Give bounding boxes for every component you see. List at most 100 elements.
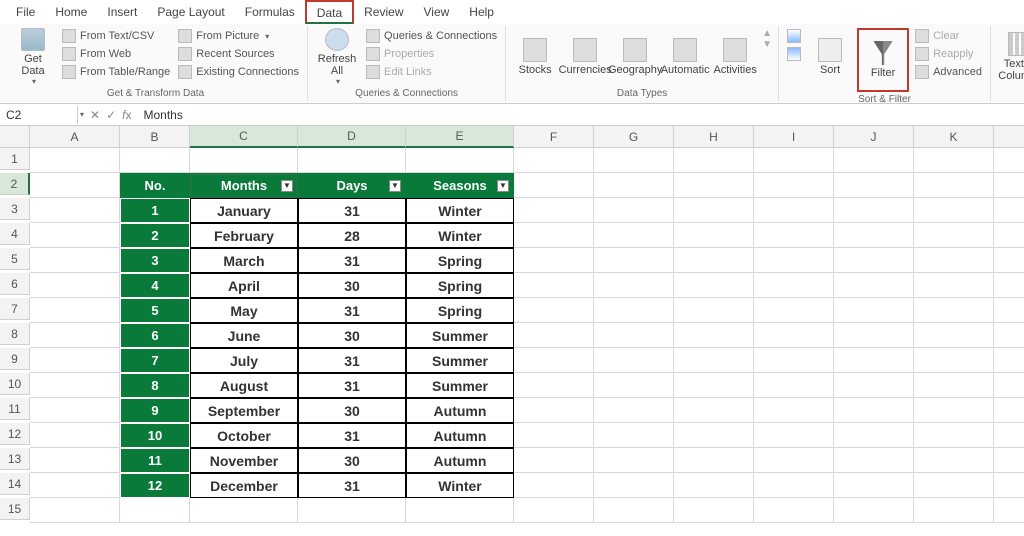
cell-K1[interactable] bbox=[914, 148, 994, 173]
cell-D1[interactable] bbox=[298, 148, 406, 173]
cell-D10[interactable]: 31 bbox=[298, 373, 406, 398]
cell-I14[interactable] bbox=[754, 473, 834, 498]
column-header-D[interactable]: D bbox=[298, 126, 406, 148]
properties-button[interactable]: Properties bbox=[364, 46, 499, 62]
cell-F14[interactable] bbox=[514, 473, 594, 498]
row-header-7[interactable]: 7 bbox=[0, 298, 30, 320]
cell-H4[interactable] bbox=[674, 223, 754, 248]
row-header-8[interactable]: 8 bbox=[0, 323, 30, 345]
cell-A6[interactable] bbox=[30, 273, 120, 298]
cell-D12[interactable]: 31 bbox=[298, 423, 406, 448]
cell-E9[interactable]: Summer bbox=[406, 348, 514, 373]
cell-A12[interactable] bbox=[30, 423, 120, 448]
cell-F2[interactable] bbox=[514, 173, 594, 198]
datatypes-scroll[interactable]: ▲▼ bbox=[762, 28, 772, 50]
cell-B7[interactable]: 5 bbox=[120, 298, 190, 323]
cell-K9[interactable] bbox=[914, 348, 994, 373]
cell-J2[interactable] bbox=[834, 173, 914, 198]
tab-file[interactable]: File bbox=[6, 1, 45, 23]
reapply-filter-button[interactable]: Reapply bbox=[913, 46, 984, 62]
cell-K8[interactable] bbox=[914, 323, 994, 348]
cell-I12[interactable] bbox=[754, 423, 834, 448]
cell-J4[interactable] bbox=[834, 223, 914, 248]
cell-E2[interactable]: Seasons▼ bbox=[406, 173, 514, 198]
text-to-columns-button[interactable]: Text to Columns bbox=[997, 28, 1024, 86]
cell-F15[interactable] bbox=[514, 498, 594, 523]
cell-H15[interactable] bbox=[674, 498, 754, 523]
cell-C5[interactable]: March bbox=[190, 248, 298, 273]
cell-L11[interactable] bbox=[994, 398, 1024, 423]
cell-C2[interactable]: Months▼ bbox=[190, 173, 298, 198]
cell-I4[interactable] bbox=[754, 223, 834, 248]
cell-D11[interactable]: 30 bbox=[298, 398, 406, 423]
cell-G9[interactable] bbox=[594, 348, 674, 373]
cancel-icon[interactable]: ✕ bbox=[90, 108, 100, 122]
from-table-range-button[interactable]: From Table/Range bbox=[60, 64, 172, 80]
queries-connections-button[interactable]: Queries & Connections bbox=[364, 28, 499, 44]
cell-A5[interactable] bbox=[30, 248, 120, 273]
cell-F8[interactable] bbox=[514, 323, 594, 348]
cell-C3[interactable]: January bbox=[190, 198, 298, 223]
cell-B14[interactable]: 12 bbox=[120, 473, 190, 498]
column-header-L[interactable]: L bbox=[994, 126, 1024, 148]
cell-L12[interactable] bbox=[994, 423, 1024, 448]
tab-insert[interactable]: Insert bbox=[97, 1, 147, 23]
column-header-H[interactable]: H bbox=[674, 126, 754, 148]
cell-E4[interactable]: Winter bbox=[406, 223, 514, 248]
tab-pagelayout[interactable]: Page Layout bbox=[147, 1, 234, 23]
cell-C8[interactable]: June bbox=[190, 323, 298, 348]
clear-filter-button[interactable]: Clear bbox=[913, 28, 984, 44]
cell-I9[interactable] bbox=[754, 348, 834, 373]
cell-B15[interactable] bbox=[120, 498, 190, 523]
cell-G8[interactable] bbox=[594, 323, 674, 348]
cell-D2[interactable]: Days▼ bbox=[298, 173, 406, 198]
column-header-G[interactable]: G bbox=[594, 126, 674, 148]
cell-B12[interactable]: 10 bbox=[120, 423, 190, 448]
existing-connections-button[interactable]: Existing Connections bbox=[176, 64, 301, 80]
cell-A3[interactable] bbox=[30, 198, 120, 223]
cell-G1[interactable] bbox=[594, 148, 674, 173]
cell-G13[interactable] bbox=[594, 448, 674, 473]
cell-K5[interactable] bbox=[914, 248, 994, 273]
cell-I8[interactable] bbox=[754, 323, 834, 348]
cell-D6[interactable]: 30 bbox=[298, 273, 406, 298]
cell-C9[interactable]: July bbox=[190, 348, 298, 373]
tab-review[interactable]: Review bbox=[354, 1, 413, 23]
cell-K4[interactable] bbox=[914, 223, 994, 248]
cell-I2[interactable] bbox=[754, 173, 834, 198]
from-web-button[interactable]: From Web bbox=[60, 46, 172, 62]
cell-J12[interactable] bbox=[834, 423, 914, 448]
row-header-9[interactable]: 9 bbox=[0, 348, 30, 370]
cell-C11[interactable]: September bbox=[190, 398, 298, 423]
cell-L8[interactable] bbox=[994, 323, 1024, 348]
cell-G3[interactable] bbox=[594, 198, 674, 223]
row-header-15[interactable]: 15 bbox=[0, 498, 30, 520]
cell-J8[interactable] bbox=[834, 323, 914, 348]
cell-A9[interactable] bbox=[30, 348, 120, 373]
row-header-14[interactable]: 14 bbox=[0, 473, 30, 495]
cell-I15[interactable] bbox=[754, 498, 834, 523]
cell-H3[interactable] bbox=[674, 198, 754, 223]
cell-L4[interactable] bbox=[994, 223, 1024, 248]
cell-H9[interactable] bbox=[674, 348, 754, 373]
cell-J14[interactable] bbox=[834, 473, 914, 498]
cell-H10[interactable] bbox=[674, 373, 754, 398]
cell-G12[interactable] bbox=[594, 423, 674, 448]
filter-button[interactable]: Filter bbox=[860, 31, 906, 89]
enter-icon[interactable]: ✓ bbox=[106, 108, 116, 122]
row-header-11[interactable]: 11 bbox=[0, 398, 30, 420]
cell-D15[interactable] bbox=[298, 498, 406, 523]
cell-H5[interactable] bbox=[674, 248, 754, 273]
cell-J9[interactable] bbox=[834, 348, 914, 373]
row-header-12[interactable]: 12 bbox=[0, 423, 30, 445]
tab-data[interactable]: Data bbox=[305, 0, 354, 24]
cell-E6[interactable]: Spring bbox=[406, 273, 514, 298]
cell-E12[interactable]: Autumn bbox=[406, 423, 514, 448]
sort-desc-button[interactable] bbox=[785, 46, 803, 62]
cell-I3[interactable] bbox=[754, 198, 834, 223]
cell-A10[interactable] bbox=[30, 373, 120, 398]
from-picture-button[interactable]: From Picture▾ bbox=[176, 28, 301, 44]
cell-J6[interactable] bbox=[834, 273, 914, 298]
cell-F5[interactable] bbox=[514, 248, 594, 273]
cell-I13[interactable] bbox=[754, 448, 834, 473]
